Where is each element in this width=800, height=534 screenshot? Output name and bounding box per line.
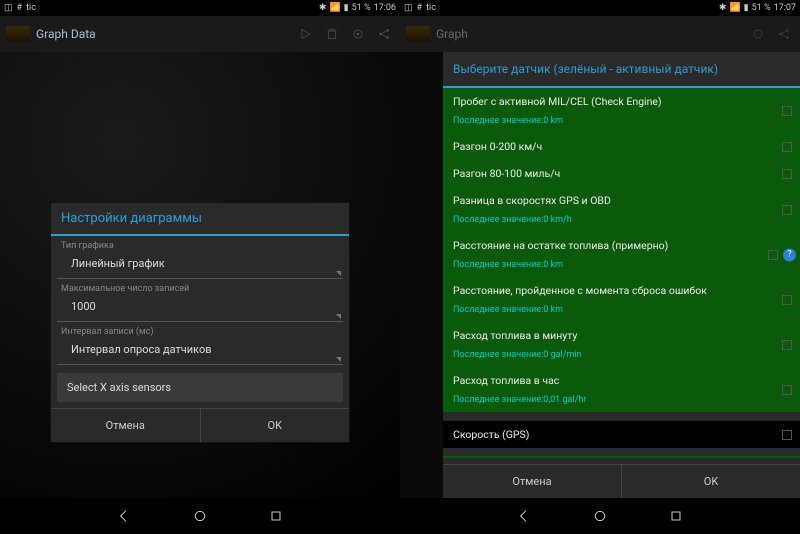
recent-icon[interactable] bbox=[668, 508, 684, 524]
dialog-buttons: Отмена OK bbox=[51, 408, 349, 442]
battery-icon: ▮ bbox=[744, 3, 749, 13]
sensor-name: Скорость (GPS) bbox=[453, 428, 790, 441]
sensor-row[interactable]: Расстояние, пройденное с момента сброса … bbox=[443, 277, 800, 322]
dialog-buttons: Отмена OK bbox=[443, 464, 800, 498]
interval-select[interactable]: Интервал опроса датчиков bbox=[57, 339, 343, 365]
sensor-select-dialog: Выберите датчик (зелёный - активный датч… bbox=[443, 52, 800, 498]
nav-bar bbox=[0, 498, 400, 534]
battery-pct: 51 % bbox=[752, 3, 771, 13]
content-area: Настройки диаграммы Тип графика Линейный… bbox=[0, 52, 400, 498]
sensor-row[interactable]: Разгон 80-100 миль/ч bbox=[443, 160, 800, 187]
interval-label: Интервал записи (мс) bbox=[51, 322, 349, 339]
target-icon[interactable] bbox=[748, 24, 768, 44]
chart-type-label: Тип графика bbox=[51, 236, 349, 253]
sensor-name: Расстояние на остатке топлива (примерно) bbox=[453, 239, 790, 252]
battery-pct: 51 % bbox=[352, 3, 371, 13]
dialog-title: Выберите датчик (зелёный - активный датч… bbox=[443, 52, 800, 88]
ok-button[interactable]: OK bbox=[621, 465, 800, 498]
share-icon[interactable] bbox=[374, 24, 394, 44]
home-icon[interactable] bbox=[592, 508, 608, 524]
sensor-name: Пробег с активной MIL/CEL (Check Engine) bbox=[453, 95, 790, 108]
sensor-name: Разгон 0-200 км/ч bbox=[453, 140, 790, 153]
sensor-list[interactable]: Пробег с активной MIL/CEL (Check Engine)… bbox=[443, 88, 800, 458]
back-icon[interactable] bbox=[516, 508, 532, 524]
app-title: Graph Data bbox=[36, 27, 290, 41]
ok-button[interactable]: OK bbox=[200, 409, 350, 442]
checkbox[interactable] bbox=[782, 340, 792, 350]
sensor-row[interactable]: Разгон 0-200 км/ч bbox=[443, 133, 800, 160]
sensor-row[interactable]: Разница в скоростях GPS и OBD Последнее з… bbox=[443, 187, 800, 232]
status-bar: ◫ # tic ✱ 📶 ▮ 51 % 17:06 bbox=[0, 0, 400, 16]
sensor-row[interactable]: Расстояние на остатке топлива (примерно)… bbox=[443, 232, 800, 277]
sensor-name: Расход топлива в час bbox=[453, 374, 790, 387]
sensor-name: Разгон 80-100 миль/ч bbox=[453, 167, 790, 180]
carrier-label: tic bbox=[26, 3, 36, 13]
help-icon[interactable]: ? bbox=[783, 248, 796, 261]
checkbox[interactable] bbox=[782, 142, 792, 152]
checkbox[interactable] bbox=[782, 385, 792, 395]
checkbox[interactable] bbox=[782, 106, 792, 116]
sensor-last-value: Последнее значение:0 km bbox=[453, 260, 790, 270]
share-icon[interactable] bbox=[774, 24, 794, 44]
sensor-last-value: Последнее значение:0 km bbox=[453, 116, 790, 126]
max-records-select[interactable]: 1000 bbox=[57, 296, 343, 322]
checkbox[interactable] bbox=[768, 250, 778, 260]
back-icon[interactable] bbox=[116, 508, 132, 524]
sensor-name: Расстояние, пройденное с момента сброса … bbox=[453, 284, 790, 297]
signal-icon: 📶 bbox=[729, 3, 740, 13]
app-bar: Graph Data bbox=[0, 16, 400, 52]
play-icon[interactable] bbox=[296, 24, 316, 44]
sensor-name: Расход топлива в минуту bbox=[453, 329, 790, 342]
target-icon[interactable] bbox=[348, 24, 368, 44]
app-logo bbox=[6, 26, 30, 42]
clock: 17:07 bbox=[774, 3, 796, 13]
clock: 17:06 bbox=[374, 3, 396, 13]
sim-icon: # bbox=[417, 3, 423, 13]
cancel-button[interactable]: Отмена bbox=[51, 409, 200, 442]
nav-bar bbox=[400, 498, 800, 534]
wifi-icon: ◫ bbox=[4, 3, 13, 13]
sensor-name: Разница в скоростях GPS и OBD bbox=[453, 194, 790, 207]
trash-icon[interactable] bbox=[322, 24, 342, 44]
cancel-button[interactable]: Отмена bbox=[443, 465, 621, 498]
carrier-label: tic bbox=[426, 3, 436, 13]
chart-type-select[interactable]: Линейный график bbox=[57, 253, 343, 279]
sensor-last-value: Последнее значение:0 km bbox=[453, 305, 790, 315]
sensor-row[interactable]: Пробег с активной MIL/CEL (Check Engine)… bbox=[443, 88, 800, 133]
wifi-icon: ◫ bbox=[404, 3, 413, 13]
checkbox[interactable] bbox=[782, 295, 792, 305]
signal-icon: 📶 bbox=[329, 3, 340, 13]
sensor-row[interactable]: Расход топлива в час Последнее значение:0… bbox=[443, 367, 800, 412]
chart-settings-dialog: Настройки диаграммы Тип графика Линейный… bbox=[50, 202, 350, 443]
content-area: Выберите датчик (зелёный - активный датч… bbox=[400, 52, 800, 498]
sensor-row[interactable]: Скорость (GPS) bbox=[443, 420, 800, 448]
status-bar: ◫ # tic ✱ 📶 ▮ 51 % 17:07 bbox=[400, 0, 800, 16]
max-records-label: Максимальное число записей bbox=[51, 279, 349, 296]
sensor-last-value: Последнее значение:0 gal/min bbox=[453, 350, 790, 360]
app-logo bbox=[406, 26, 430, 42]
home-icon[interactable] bbox=[192, 508, 208, 524]
select-x-sensors-button[interactable]: Select X axis sensors bbox=[57, 373, 343, 402]
checkbox[interactable] bbox=[782, 169, 792, 179]
app-bar: Graph bbox=[400, 16, 800, 52]
bluetooth-icon: ✱ bbox=[319, 3, 327, 13]
checkbox[interactable] bbox=[782, 205, 792, 215]
app-title: Graph bbox=[436, 27, 742, 41]
sensor-last-value: Последнее значение:0,01 gal/hr bbox=[453, 395, 790, 405]
sensor-row[interactable]: Расход топлива в минуту Последнее значени… bbox=[443, 322, 800, 367]
sensor-last-value: Последнее значение:0 km/h bbox=[453, 215, 790, 225]
battery-icon: ▮ bbox=[344, 3, 349, 13]
bluetooth-icon: ✱ bbox=[719, 3, 727, 13]
sim-icon: # bbox=[17, 3, 23, 13]
left-screen: ◫ # tic ✱ 📶 ▮ 51 % 17:06 Graph Data Наст… bbox=[0, 0, 400, 534]
checkbox[interactable] bbox=[782, 430, 792, 440]
recent-icon[interactable] bbox=[268, 508, 284, 524]
right-screen: ◫ # tic ✱ 📶 ▮ 51 % 17:07 Graph Выберите … bbox=[400, 0, 800, 534]
sensor-row[interactable]: Скорость (OBD) bbox=[443, 456, 800, 458]
dialog-title: Настройки диаграммы bbox=[51, 203, 349, 236]
